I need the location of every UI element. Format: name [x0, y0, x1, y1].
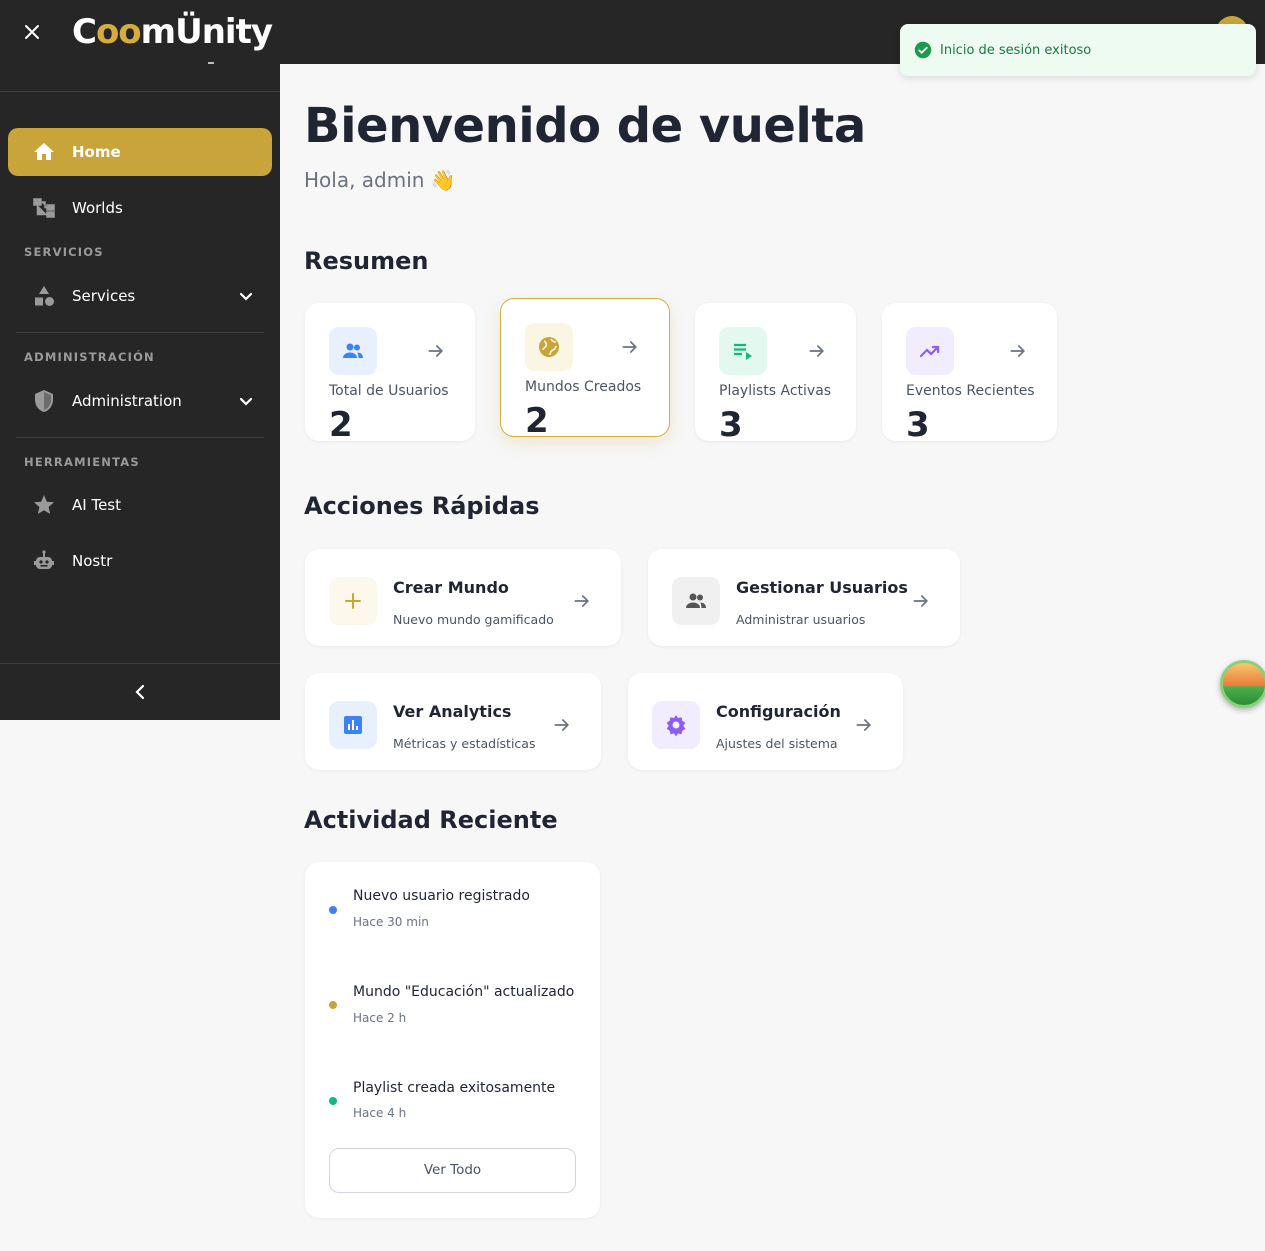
- activity-time: Hace 2 h: [353, 1011, 407, 1025]
- stat-card-events[interactable]: Eventos Recientes 3: [882, 303, 1057, 445]
- sidebar-divider: [0, 663, 280, 664]
- stat-value: 3: [906, 405, 930, 445]
- quick-action-view-analytics[interactable]: Ver Analytics Métricas y estadísticas: [305, 673, 601, 770]
- sidebar-section-herramientas: HERRAMIENTAS: [24, 455, 140, 469]
- chevron-left-icon[interactable]: [128, 680, 152, 704]
- activity-title: Nuevo usuario registrado: [353, 888, 530, 904]
- plus-icon: [345, 593, 361, 609]
- robot-icon: [34, 550, 54, 569]
- page-title: Bienvenido de vuelta: [304, 98, 866, 154]
- chevron-down-icon: [239, 397, 253, 406]
- sidebar-divider: [16, 437, 264, 438]
- floating-island-icon[interactable]: [1220, 660, 1265, 708]
- arrow-right-icon: [622, 341, 638, 353]
- stat-value: 3: [719, 405, 743, 445]
- arrow-right-icon: [574, 595, 590, 607]
- sidebar-section-servicios: SERVICIOS: [24, 245, 104, 259]
- sidebar-divider: [0, 91, 280, 92]
- users-icon: [343, 343, 363, 358]
- close-icon[interactable]: [20, 20, 44, 44]
- arrow-right-icon: [809, 345, 825, 357]
- trending-up-icon: [919, 345, 940, 358]
- stat-card-worlds[interactable]: Mundos Creados 2: [500, 298, 670, 441]
- globe-icon: [539, 337, 559, 357]
- sidebar-divider: [16, 332, 264, 333]
- bar-chart-icon: [344, 716, 362, 734]
- greeting-text: Hola, admin 👋: [304, 168, 456, 192]
- summary-heading: Resumen: [304, 247, 429, 275]
- status-dot: [329, 906, 337, 914]
- arrow-right-icon: [428, 345, 444, 357]
- home-icon: [34, 143, 54, 160]
- stat-card-users[interactable]: Total de Usuarios 2: [305, 303, 475, 445]
- sidebar: CoomÜnity Home Worlds SERVICIOS Services…: [0, 0, 280, 720]
- chevron-down-icon: [239, 292, 253, 301]
- recent-activity-heading: Actividad Reciente: [304, 806, 558, 834]
- check-circle-icon: [914, 41, 932, 59]
- recent-activity-card: Nuevo usuario registrado Hace 30 min Mun…: [305, 862, 600, 1218]
- stat-card-playlists[interactable]: Playlists Activas 3: [695, 303, 856, 445]
- activity-title: Mundo "Educación" actualizado: [353, 984, 575, 1000]
- stat-value: 2: [329, 405, 353, 445]
- arrow-right-icon: [554, 719, 570, 731]
- status-dot: [329, 1001, 337, 1009]
- tree-structure-icon: [33, 198, 55, 218]
- sidebar-item-worlds[interactable]: Worlds: [8, 184, 272, 232]
- app-logo: CoomÜnity: [72, 12, 273, 52]
- view-all-button[interactable]: Ver Todo: [329, 1148, 576, 1193]
- activity-title: Playlist creada exitosamente: [353, 1080, 556, 1096]
- sidebar-item-home[interactable]: Home: [8, 128, 272, 176]
- gear-icon: [666, 715, 686, 737]
- toast-message: Inicio de sesión exitoso: [940, 43, 1092, 58]
- shield-icon: [35, 390, 53, 412]
- arrow-right-icon: [1010, 345, 1026, 357]
- shapes-icon: [35, 286, 54, 306]
- quick-action-settings[interactable]: Configuración Ajustes del sistema: [628, 673, 903, 770]
- star-icon: [34, 495, 54, 514]
- activity-time: Hace 4 h: [353, 1106, 407, 1120]
- success-toast: Inicio de sesión exitoso: [900, 24, 1256, 76]
- quick-action-manage-users[interactable]: Gestionar Usuarios Administrar usuarios: [648, 549, 960, 646]
- sidebar-item-administration[interactable]: Administration: [8, 377, 272, 425]
- arrow-right-icon: [856, 719, 872, 731]
- sidebar-item-ai-test[interactable]: AI Test: [8, 481, 272, 529]
- playlist-icon: [734, 343, 752, 360]
- status-dot: [329, 1097, 337, 1105]
- users-icon: [686, 593, 706, 608]
- quick-actions-heading: Acciones Rápidas: [304, 492, 540, 520]
- quick-action-create-world[interactable]: Crear Mundo Nuevo mundo gamificado: [305, 549, 621, 646]
- arrow-right-icon: [913, 595, 929, 607]
- sidebar-section-administracion: ADMINISTRACIÓN: [24, 350, 155, 364]
- stat-value: 2: [525, 401, 549, 441]
- sidebar-item-nostr[interactable]: Nostr: [8, 537, 272, 585]
- activity-time: Hace 30 min: [353, 915, 429, 929]
- sidebar-item-services[interactable]: Services: [8, 272, 272, 320]
